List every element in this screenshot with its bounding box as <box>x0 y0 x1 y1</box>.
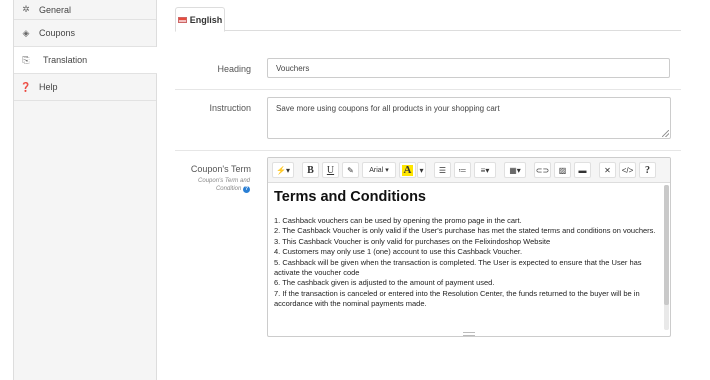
help-icon: ❓ <box>20 81 32 92</box>
terms-heading: Terms and Conditions <box>274 189 426 205</box>
editor-toolbar: ⚡▾ B U ✎ Arial ▾ A ▾ ☰ ≔ ≡▾ ▦▾ ⊂⊃ ▨ ▬ ✕ <box>268 158 670 183</box>
ordered-list-button[interactable]: ≔ <box>454 162 471 178</box>
term-paragraph: 2. The Cashback Voucher is only valid if… <box>274 226 656 236</box>
paragraph-align-button[interactable]: ≡▾ <box>474 162 496 178</box>
sidebar-item-label: General <box>39 4 72 15</box>
link-button[interactable]: ⊂⊃ <box>534 162 551 178</box>
chevron-down-icon: ▾ <box>419 165 424 175</box>
font-name: Arial <box>369 166 384 174</box>
heading-input[interactable]: Vouchers <box>267 58 670 78</box>
tab-english[interactable]: English <box>175 7 225 32</box>
magic-wand-button[interactable]: ⚡▾ <box>272 162 294 178</box>
translate-icon: ⎘ <box>22 54 30 65</box>
term-paragraph: 4. Customers may only use 1 (one) accoun… <box>274 247 523 257</box>
bold-button[interactable]: B <box>302 162 319 178</box>
code-view-button[interactable]: </> <box>619 162 636 178</box>
tab-label: English <box>189 14 223 25</box>
term-paragraph: 6. The cashback given is adjusted to the… <box>274 278 495 288</box>
unordered-list-button[interactable]: ☰ <box>434 162 451 178</box>
table-icon: ▦▾ <box>509 165 521 175</box>
term-sublabel-line: Coupon's Term and <box>198 178 250 184</box>
heading-label: Heading <box>217 64 251 74</box>
eraser-icon: ✎ <box>347 165 354 175</box>
sidebar-item-label: Help <box>39 82 58 92</box>
left-strip <box>0 0 14 380</box>
sidebar-item-label: Translation <box>43 55 88 65</box>
term-label: Coupon's Term <box>190 164 251 174</box>
editor-resize-handle[interactable] <box>463 332 475 336</box>
term-paragraph: 3. This Cashback Voucher is only valid f… <box>274 236 551 246</box>
text-color-a: A <box>401 163 414 176</box>
align-icon: ≡▾ <box>480 165 490 175</box>
magic-wand-icon: ⚡▾ <box>276 165 290 175</box>
gear-icon: ✲ <box>22 4 30 14</box>
editor-scrollbar[interactable] <box>664 185 669 330</box>
image-icon: ▨ <box>558 165 567 175</box>
sidebar-item-help[interactable]: ❓ Help <box>14 74 156 101</box>
link-icon: ⊂⊃ <box>535 165 550 175</box>
heading-value: Vouchers <box>276 63 310 73</box>
language-tabs: English <box>175 7 681 32</box>
instruction-textarea[interactable]: Save more using coupons for all products… <box>267 97 671 139</box>
video-button[interactable]: ▬ <box>574 162 591 178</box>
fullscreen-icon: ✕ <box>604 165 611 175</box>
main-content: English Heading Vouchers Instruction Sav… <box>157 0 710 380</box>
sidebar-item-label: Coupons <box>39 28 76 38</box>
instruction-label: Instruction <box>209 103 251 113</box>
image-button[interactable]: ▨ <box>554 162 571 178</box>
numbered-list-icon: ≔ <box>458 165 467 175</box>
bullet-list-icon: ☰ <box>438 165 447 175</box>
term-paragraph: 1. Cashback vouchers can be used by open… <box>274 216 522 225</box>
editor-content[interactable]: Terms and Conditions 1. Cashback voucher… <box>274 188 658 310</box>
term-paragraph: 7. If the transaction is canceled or ent… <box>274 288 640 309</box>
font-family-dropdown[interactable]: Arial ▾ <box>362 162 396 178</box>
sidebar-item-translation[interactable]: ⎘ Translation <box>14 47 157 74</box>
sidebar: ✲ General ◈ Coupons ⎘ Translation ❓ Help <box>14 0 157 380</box>
fullscreen-button[interactable]: ✕ <box>599 162 616 178</box>
code-icon: </> <box>621 165 634 175</box>
video-icon: ▬ <box>578 165 587 175</box>
sidebar-item-coupons[interactable]: ◈ Coupons <box>14 20 156 47</box>
instruction-value: Save more using coupons for all products… <box>276 104 500 113</box>
eraser-button[interactable]: ✎ <box>342 162 359 178</box>
underline-button[interactable]: U <box>322 162 339 178</box>
divider <box>175 89 681 90</box>
color-dropdown-button[interactable]: ▾ <box>417 162 426 178</box>
sidebar-item-general[interactable]: ✲ General <box>14 0 156 20</box>
scroll-thumb[interactable] <box>664 185 669 305</box>
table-button[interactable]: ▦▾ <box>504 162 526 178</box>
help-icon[interactable]: ? <box>243 186 250 193</box>
resize-handle[interactable] <box>662 130 669 137</box>
term-sublabel-line2: Condition ? <box>215 186 250 193</box>
tag-icon: ◈ <box>22 27 30 38</box>
rich-text-editor[interactable]: ⚡▾ B U ✎ Arial ▾ A ▾ ☰ ≔ ≡▾ ▦▾ ⊂⊃ ▨ ▬ ✕ <box>267 157 671 337</box>
help-button[interactable]: ? <box>639 162 656 178</box>
text-color-button[interactable]: A <box>399 162 416 178</box>
divider <box>175 150 681 151</box>
flag-icon <box>177 16 187 23</box>
term-paragraph: 5. Cashback will be given when the trans… <box>274 257 642 278</box>
term-sublabel: Coupon's Term and Condition ? <box>175 177 250 193</box>
app-root: ✲ General ◈ Coupons ⎘ Translation ❓ Help… <box>0 0 710 380</box>
